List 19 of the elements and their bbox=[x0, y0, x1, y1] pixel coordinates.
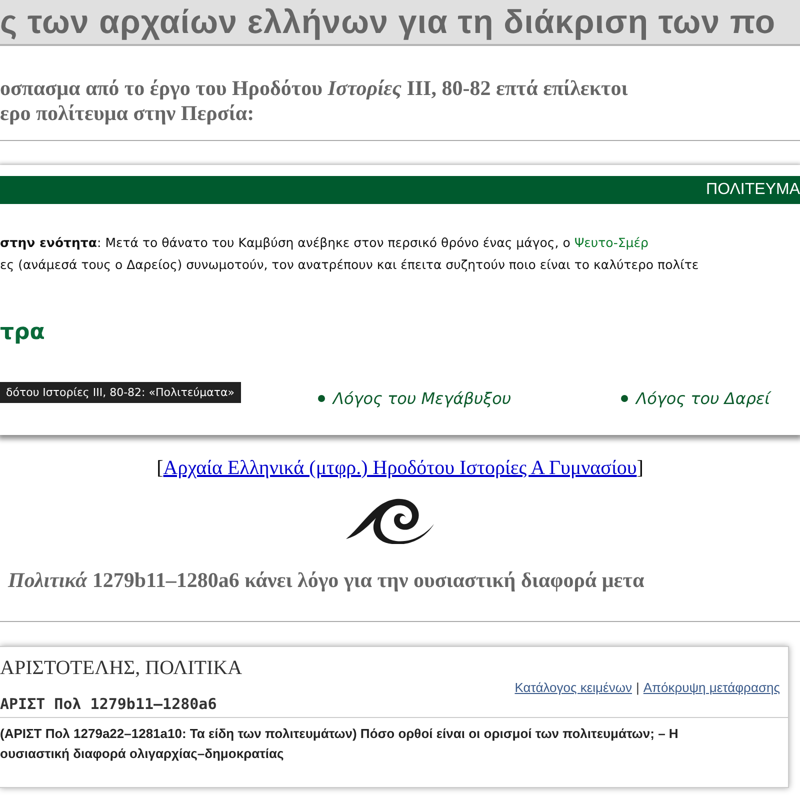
section-title: (ΑΡΙΣΤ Πολ 1279a22–1281a10: Τα είδη των πολιτευμάτων) Πόσο ορθοί είναι οι ορισμοί των πολιτευμάτων; – Η ουσιαστική διαφορά ολιγαρχίας–δημοκρατίας bbox=[0, 725, 680, 763]
separator: | bbox=[636, 680, 640, 695]
banner-title: ΠΟΛΙΤΕΥΜΑ bbox=[706, 181, 800, 199]
work-title: ΑΡΙΣΤΟΤΕΛΗΣ, ΠΟΛΙΤΙΚΑ bbox=[0, 657, 244, 680]
summary-link[interactable]: Ψευτο-Σμέρ bbox=[574, 235, 648, 250]
hide-translation-link[interactable]: Απόκρυψη μετάφρασης bbox=[643, 680, 780, 695]
intro-paragraph: οσπασμα από το έργο του Ηροδότου Ιστορίες ΙΙΙ, 80-82 επτά επίλεκτοι ερο πολίτευμα στην Περσία: bbox=[0, 76, 629, 126]
tooltip: δότου Ιστορίες ΙΙΙ, 80-82: «Πολιτεύματα» bbox=[0, 382, 240, 403]
section-heading: τρα bbox=[0, 320, 46, 345]
summary-text: στην ενότητα: Μετά το θάνατο του Καμβύση ανέβηκε στον περσικό θρόνο ένας μάγος, ο Ψευτο-Σμέρ ες (ανάμεσά τους ο Δαρείος) συνωμοτούν, τον ανατρέπουν και έπειτα συζητούν ποιο είναι το καλύτερο πολίτε bbox=[0, 234, 700, 274]
page-title: ς των αρχαίων ελλήνων για τη διάκριση των πο bbox=[0, 3, 776, 41]
speech-link[interactable]: Λόγος του Δαρεί bbox=[621, 389, 770, 408]
body-paragraph: Πολιτικά 1279b11–1280a6 κάνει λόγο για την ουσιαστική διαφορά μετα bbox=[8, 568, 646, 593]
speech-link[interactable]: Λόγος του Μεγάβυξου bbox=[318, 389, 512, 408]
source-link[interactable]: Αρχαία Ελληνικά (μτφρ.) Ηροδότου Ιστορίες Α Γυμνασίου bbox=[163, 457, 637, 479]
passage-reference: ΑΡΙΣΤ Πολ 1279b11–1280a6 bbox=[0, 695, 217, 713]
bracket: [ bbox=[156, 457, 164, 479]
bracket: ] bbox=[636, 457, 644, 479]
catalog-link[interactable]: Κατάλογος κειμένων bbox=[514, 680, 632, 695]
